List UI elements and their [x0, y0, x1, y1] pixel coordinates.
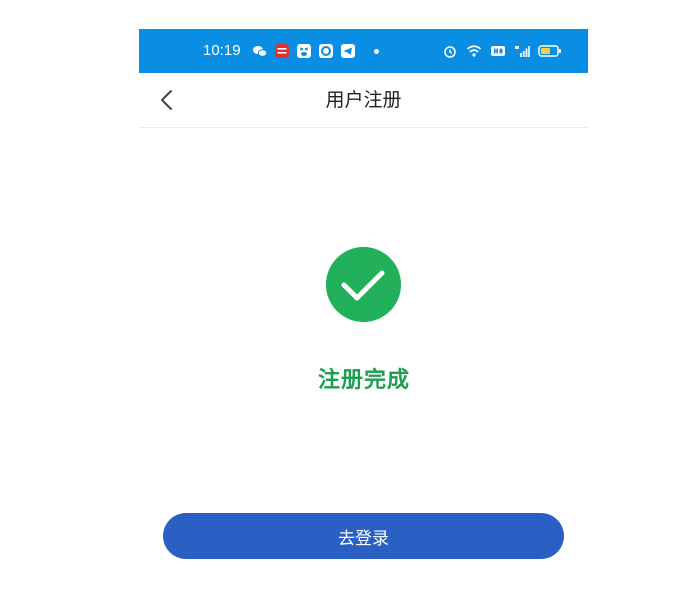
go-login-button[interactable]: 去登录 — [163, 513, 564, 559]
signal-4g-icon — [515, 46, 530, 57]
status-time: 10:19 — [203, 42, 241, 59]
baidu-icon — [297, 44, 311, 58]
system-icons — [442, 43, 562, 59]
page-title: 用户注册 — [325, 89, 402, 111]
more-notifications-dot — [374, 48, 379, 54]
notification-icons — [252, 43, 379, 59]
status-bar: 10:19 — [139, 29, 588, 73]
wifi-icon — [466, 45, 482, 57]
battery-icon — [538, 45, 561, 57]
success-message: 注册完成 — [317, 368, 410, 393]
hd-icon — [491, 46, 505, 56]
jd-app-icon — [275, 44, 289, 58]
telegram-icon — [341, 44, 355, 58]
nav-bar: 用户注册 — [139, 73, 588, 128]
wechat-icon — [253, 46, 268, 57]
qq-browser-icon — [319, 44, 333, 58]
alarm-icon — [444, 46, 456, 58]
check-circle-icon — [326, 247, 401, 322]
